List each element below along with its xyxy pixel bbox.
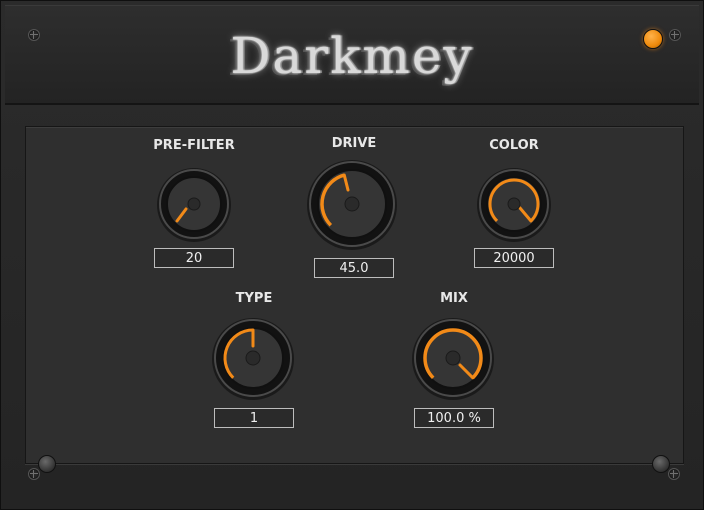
prefilter-value[interactable]: 20 bbox=[154, 248, 234, 268]
prefilter-label: PRE-FILTER bbox=[153, 138, 235, 153]
color-label: COLOR bbox=[489, 138, 539, 153]
drive-knob[interactable] bbox=[304, 156, 400, 252]
power-button[interactable] bbox=[643, 29, 663, 49]
color-value[interactable]: 20000 bbox=[474, 248, 554, 268]
type-value[interactable]: 1 bbox=[214, 408, 294, 428]
plugin-window: Darkmey PRE-FILTER DRIVE COLOR TYPE MIX bbox=[0, 0, 704, 510]
header: Darkmey bbox=[5, 5, 699, 105]
screw-icon bbox=[669, 29, 681, 41]
drive-value[interactable]: 45.0 bbox=[314, 258, 394, 278]
screw-icon bbox=[28, 29, 40, 41]
drive-label: DRIVE bbox=[331, 136, 377, 151]
screw-icon bbox=[668, 468, 680, 480]
screw-icon bbox=[28, 468, 40, 480]
type-label: TYPE bbox=[235, 291, 273, 306]
mix-knob[interactable] bbox=[409, 314, 497, 402]
type-knob[interactable] bbox=[209, 314, 297, 402]
foot-icon bbox=[652, 455, 670, 473]
color-knob[interactable] bbox=[474, 164, 554, 244]
logo: Darkmey bbox=[230, 27, 474, 85]
foot-icon bbox=[38, 455, 56, 473]
mix-label: MIX bbox=[440, 291, 468, 306]
mix-value[interactable]: 100.0 % bbox=[414, 408, 494, 428]
prefilter-knob[interactable] bbox=[154, 164, 234, 244]
